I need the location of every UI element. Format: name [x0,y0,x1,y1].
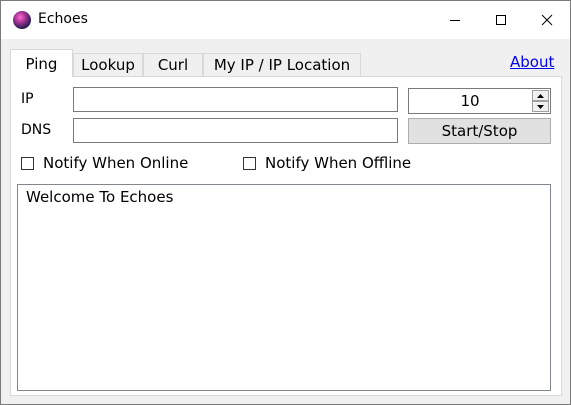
arrow-up-icon [537,93,544,98]
tab-ping[interactable]: Ping [10,49,73,77]
log-output[interactable]: Welcome To Echoes [17,184,551,391]
echoes-sphere-icon [13,11,31,29]
tab-lookup[interactable]: Lookup [73,53,143,76]
tab-label: Lookup [81,56,135,74]
close-button[interactable] [524,1,570,39]
spin-up-button[interactable] [532,90,549,101]
app-window: Echoes Ping Lookup Curl My IP / IP Locat [0,0,571,405]
tab-curl[interactable]: Curl [143,53,203,76]
minimize-button[interactable] [432,1,478,39]
maximize-button[interactable] [478,1,524,39]
count-value[interactable]: 10 [409,89,531,113]
dns-input[interactable] [73,118,398,143]
ip-label: IP [21,91,34,107]
notify-online-checkbox[interactable] [21,157,34,170]
window-title: Echoes [38,11,88,27]
start-stop-button[interactable]: Start/Stop [408,118,551,144]
maximize-icon [496,15,506,25]
tab-label: Curl [157,56,189,74]
dns-label: DNS [21,122,52,138]
tab-my-ip-location[interactable]: My IP / IP Location [203,53,361,76]
ip-input[interactable] [73,87,398,112]
count-spinner[interactable]: 10 [408,88,551,114]
arrow-down-icon [537,104,544,109]
log-text: Welcome To Echoes [26,188,174,206]
minimize-icon [450,20,460,21]
notify-offline-label[interactable]: Notify When Offline [265,154,411,172]
title-bar[interactable]: Echoes [1,1,570,39]
notify-offline-checkbox[interactable] [243,157,256,170]
notify-online-label[interactable]: Notify When Online [43,154,188,172]
tab-label: Ping [25,54,58,73]
close-icon [541,14,553,26]
spin-down-button[interactable] [532,101,549,112]
tab-label: My IP / IP Location [213,56,351,74]
about-link[interactable]: About [510,53,554,71]
